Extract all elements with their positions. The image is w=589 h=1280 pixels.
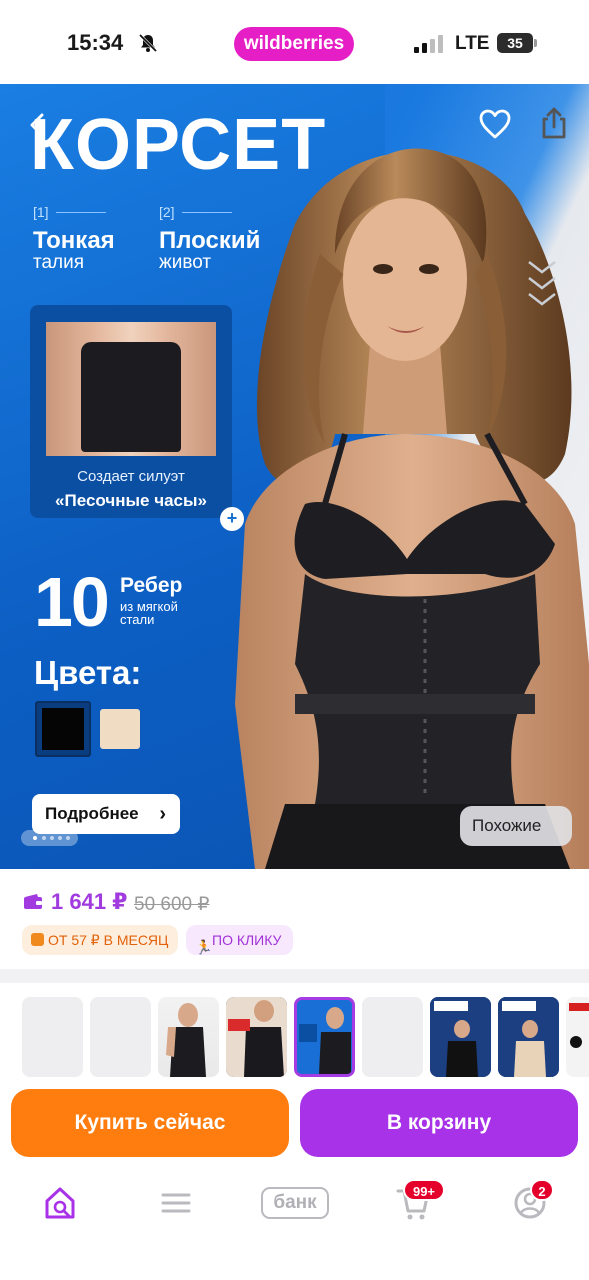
status-time: 15:34: [67, 30, 124, 55]
scroll-down-chevrons-icon: [528, 261, 556, 306]
thumbnail[interactable]: [430, 997, 491, 1077]
thumbnail-image: [498, 997, 559, 1077]
thumbnail[interactable]: [22, 997, 83, 1077]
add-to-cart-button[interactable]: В корзину: [300, 1089, 578, 1157]
thumbnail-selected[interactable]: [294, 997, 355, 1077]
running-person-icon: 🏃: [195, 939, 213, 955]
feature-1-divider: [56, 212, 106, 213]
buy-now-button[interactable]: Купить сейчас: [11, 1089, 289, 1157]
bell-muted-icon: [138, 33, 158, 53]
thumbnail-image: [297, 1000, 352, 1074]
feature-2-title: Плоский: [159, 227, 261, 254]
back-arrow-icon[interactable]: [26, 112, 48, 138]
pagination-dot: [42, 836, 46, 840]
hero-title: КОРСЕТ: [30, 105, 327, 185]
one-click-label: ПО КЛИКУ: [212, 932, 282, 948]
status-bar: 15:34 wildberries LTE 35: [0, 0, 589, 84]
silhouette-caption: Создает силуэт: [77, 468, 185, 485]
chevron-right-icon: ›: [159, 803, 166, 825]
feature-2-divider: [182, 212, 232, 213]
app-brand-logo: wildberries: [234, 27, 354, 61]
catalog-menu-icon[interactable]: [160, 1183, 192, 1223]
home-search-icon[interactable]: [42, 1183, 78, 1223]
product-photo-model: [235, 148, 589, 869]
color-swatch-black-fill: [42, 708, 84, 750]
thumbnail-image: [430, 997, 491, 1077]
feature-1-subtitle: талия: [33, 252, 85, 273]
feature-1-number: [1]: [33, 204, 49, 220]
favorite-heart-icon[interactable]: [478, 108, 512, 140]
network-type: LTE: [455, 33, 490, 54]
more-details-button[interactable]: Подробнее ›: [32, 794, 180, 834]
ribs-subtitle: из мягкой стали: [120, 599, 178, 627]
back-view-photo: [46, 322, 216, 456]
thumbnail-image: [226, 997, 287, 1077]
battery-icon: 35: [497, 33, 537, 53]
old-price: 50 600 ₽: [134, 894, 210, 915]
wallet-icon: [24, 894, 42, 909]
thumbnail[interactable]: [362, 997, 423, 1077]
one-click-badge[interactable]: 🏃 ПО КЛИКУ: [186, 925, 293, 955]
pagination-dot-active: [33, 836, 37, 840]
plus-icon[interactable]: +: [220, 507, 244, 531]
thumbnail-strip[interactable]: [0, 983, 589, 1083]
more-details-label: Подробнее: [45, 804, 139, 823]
share-icon[interactable]: [538, 106, 570, 140]
color-swatch-black[interactable]: [35, 701, 91, 757]
thumbnail-image: [569, 1003, 589, 1048]
colors-title: Цвета:: [34, 654, 142, 691]
thumbnail[interactable]: [566, 997, 589, 1077]
feature-2-number: [2]: [159, 204, 175, 220]
silhouette-card: Создает силуэт «Песочные часы»: [30, 305, 232, 518]
installment-badge[interactable]: ОТ 57 ₽ В МЕСЯЦ: [22, 925, 178, 955]
cart-badge: 99+: [403, 1179, 445, 1201]
section-divider: [0, 969, 589, 983]
ribs-count: 10: [34, 563, 110, 641]
pagination-dot: [58, 836, 62, 840]
thumbnail[interactable]: [226, 997, 287, 1077]
price-section: 1 641 ₽ 50 600 ₽ ОТ 57 ₽ В МЕСЯЦ 🏃 ПО КЛ…: [0, 869, 589, 969]
thumbnail-image: [166, 1003, 206, 1077]
thumbnail[interactable]: [498, 997, 559, 1077]
silhouette-caption-bold: «Песочные часы»: [55, 491, 207, 510]
thumbnail[interactable]: [158, 997, 219, 1077]
feature-2-subtitle: живот: [159, 252, 212, 273]
bank-tab[interactable]: банк: [261, 1187, 329, 1219]
installment-label: ОТ 57 ₽ В МЕСЯЦ: [48, 932, 169, 948]
color-swatch-beige[interactable]: [100, 709, 140, 749]
feature-1-title: Тонкая: [33, 227, 115, 254]
installment-icon: [31, 933, 44, 946]
similar-button[interactable]: Похожие: [460, 806, 572, 846]
product-gallery[interactable]: КОРСЕТ [1] Тонкая талия [2] Плоский живо…: [0, 84, 589, 869]
pagination-dot: [66, 836, 70, 840]
profile-badge: 2: [530, 1179, 554, 1201]
corset-back-view: [81, 342, 181, 452]
pagination-dot: [50, 836, 54, 840]
signal-icon: [414, 35, 443, 53]
bottom-navigation: банк 99+ 2: [0, 1165, 589, 1280]
gallery-pagination: [21, 830, 78, 846]
thumbnail[interactable]: [90, 997, 151, 1077]
ribs-title: Ребер: [120, 574, 183, 597]
current-price: 1 641 ₽: [51, 889, 128, 914]
